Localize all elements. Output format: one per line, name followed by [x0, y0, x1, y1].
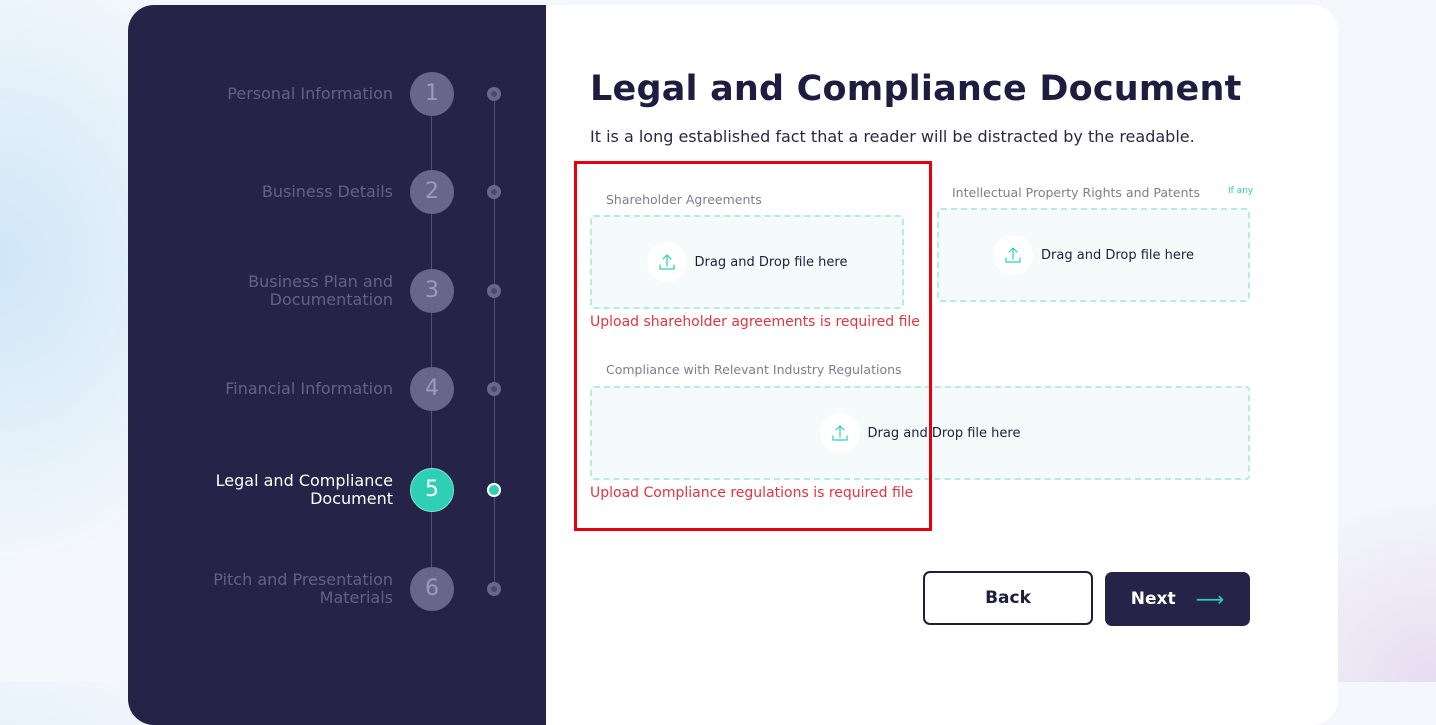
- ip-label: Intellectual Property Rights and Patents: [952, 185, 1200, 200]
- step-label: Pitch and Presentation Materials: [213, 570, 393, 607]
- step-label: Financial Information: [225, 379, 393, 398]
- step-label: Legal and Compliance Document: [215, 471, 393, 508]
- steps-sidebar: Personal Information 1 Business Details …: [128, 5, 546, 725]
- step-progress-dot: [487, 185, 501, 199]
- step-number: 3: [410, 269, 454, 313]
- next-button-label: Next: [1130, 589, 1176, 609]
- step-progress-dot: [487, 582, 501, 596]
- step-label: Personal Information: [227, 84, 393, 103]
- step-number: 6: [410, 567, 454, 611]
- next-button[interactable]: Next ⟶: [1105, 572, 1250, 626]
- step-business-details[interactable]: Business Details 2: [128, 162, 546, 222]
- dropzone-text: Drag and Drop file here: [867, 425, 1021, 441]
- step-number: 2: [410, 170, 454, 214]
- dropzone-text: Drag and Drop file here: [694, 254, 848, 270]
- step-personal-information[interactable]: Personal Information 1: [128, 64, 546, 124]
- step-label: Business Details: [261, 182, 393, 201]
- step-progress-dot: [487, 382, 501, 396]
- step-business-plan[interactable]: Business Plan and Documentation 3: [128, 261, 546, 321]
- main-content: Legal and Compliance Document It is a lo…: [546, 5, 1338, 725]
- step-label: Business Plan and Documentation: [248, 272, 393, 309]
- page-subtitle: It is a long established fact that a rea…: [590, 127, 1195, 146]
- back-button[interactable]: Back: [923, 571, 1093, 625]
- optional-badge: If any: [1228, 186, 1254, 196]
- step-progress-dot: [487, 284, 501, 298]
- page-title: Legal and Compliance Document: [590, 69, 1242, 109]
- step-progress-dot: [487, 87, 501, 101]
- form-card: Personal Information 1 Business Details …: [128, 5, 1338, 725]
- step-financial-information[interactable]: Financial Information 4: [128, 359, 546, 419]
- step-number: 5: [410, 468, 454, 512]
- upload-icon: [993, 235, 1034, 275]
- step-pitch-presentation[interactable]: Pitch and Presentation Materials 6: [128, 559, 546, 619]
- step-number: 1: [410, 72, 454, 116]
- step-number: 4: [410, 367, 454, 411]
- upload-icon: [646, 242, 687, 282]
- shareholder-dropzone[interactable]: Drag and Drop file here: [590, 215, 904, 309]
- step-progress-dot: [487, 483, 501, 497]
- compliance-dropzone[interactable]: Drag and Drop file here: [590, 386, 1250, 480]
- dropzone-text: Drag and Drop file here: [1041, 247, 1194, 263]
- compliance-label: Compliance with Relevant Industry Regula…: [606, 362, 902, 377]
- arrow-right-icon: ⟶: [1195, 587, 1225, 611]
- shareholder-error: Upload shareholder agreements is require…: [590, 314, 920, 330]
- upload-icon: [819, 413, 860, 453]
- shareholder-label: Shareholder Agreements: [606, 192, 762, 207]
- ip-dropzone[interactable]: Drag and Drop file here: [937, 208, 1250, 302]
- compliance-error: Upload Compliance regulations is require…: [590, 485, 914, 501]
- step-legal-compliance[interactable]: Legal and Compliance Document 5: [128, 460, 546, 520]
